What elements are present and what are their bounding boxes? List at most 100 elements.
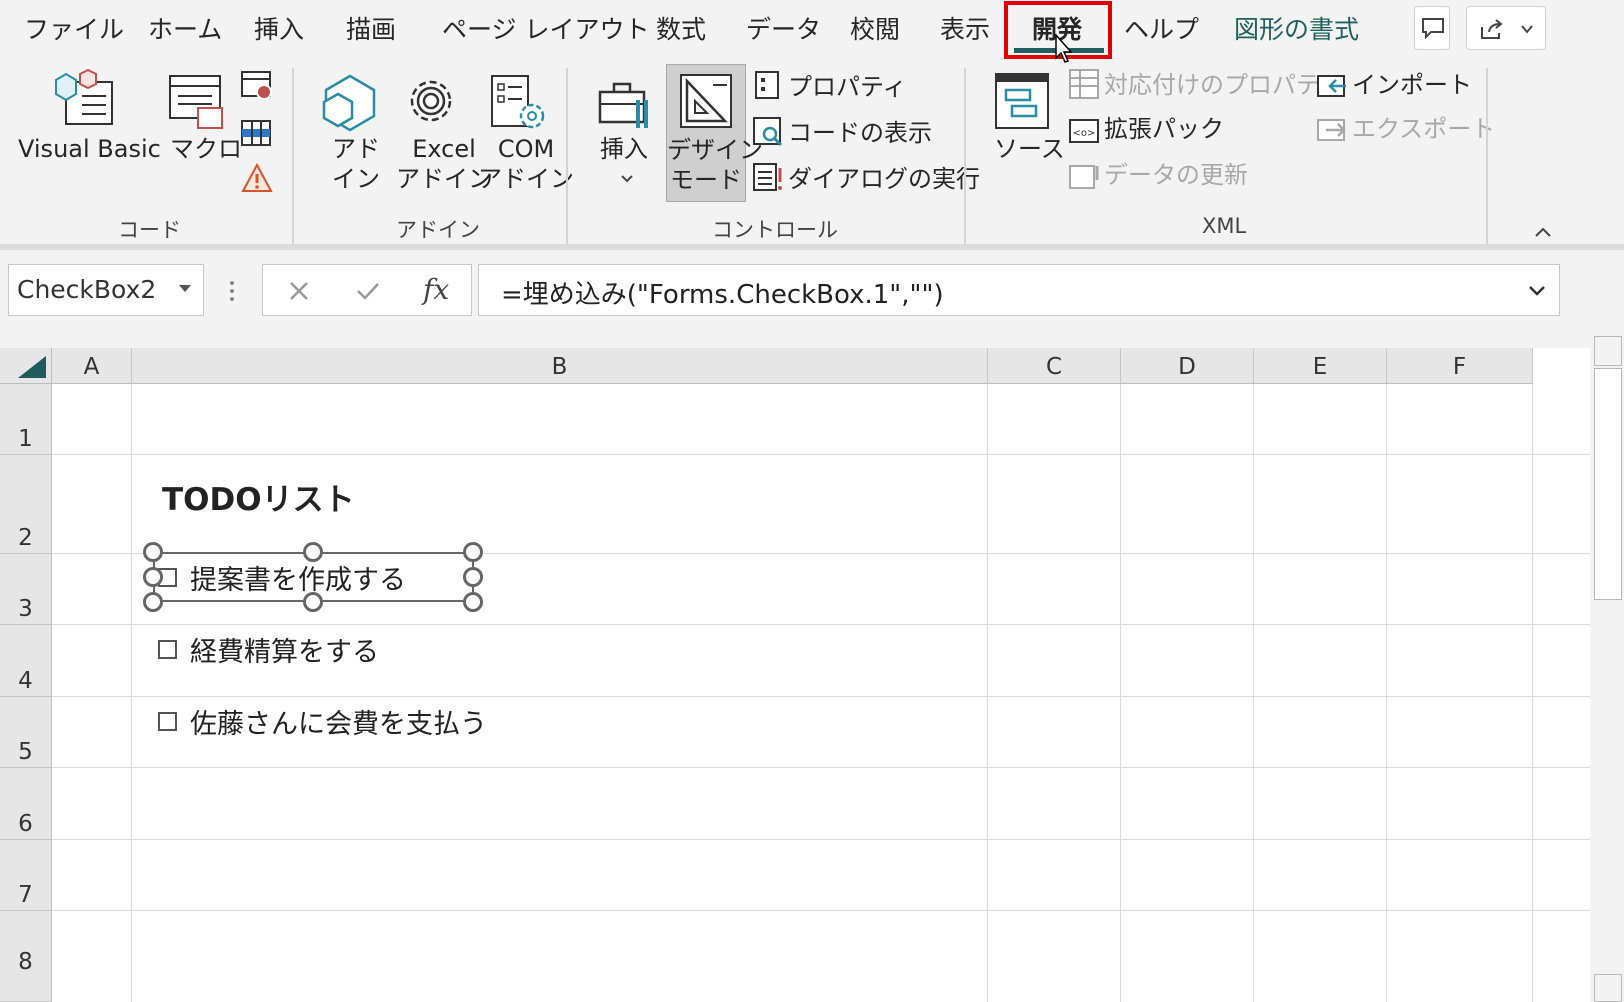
row-header-2[interactable]: 2: [0, 455, 52, 554]
resize-handle[interactable]: [463, 542, 483, 562]
visual-basic-button[interactable]: Visual Basic: [18, 134, 161, 164]
tab-draw[interactable]: 描画: [346, 6, 396, 54]
row-header-1[interactable]: 1: [0, 384, 52, 455]
gridline: [52, 454, 1590, 455]
checkbox-2[interactable]: 経費精算をする: [158, 629, 379, 669]
resize-handle[interactable]: [463, 592, 483, 612]
column-header-c[interactable]: C: [988, 348, 1121, 384]
run-dialog-button[interactable]: ダイアログの実行: [788, 164, 980, 194]
resize-handle[interactable]: [303, 542, 323, 562]
scroll-down-button[interactable]: [1594, 974, 1622, 1002]
add-ins-label-1: アド: [332, 135, 380, 163]
row-header-7[interactable]: 7: [0, 840, 52, 911]
row-number: 3: [18, 596, 33, 622]
column-header-b[interactable]: B: [132, 348, 988, 384]
import-button[interactable]: インポート: [1352, 70, 1472, 100]
scrollbar-thumb[interactable]: [1594, 368, 1622, 600]
comments-button[interactable]: [1414, 6, 1450, 50]
column-header-a[interactable]: A: [52, 348, 132, 384]
tab-file[interactable]: ファイル: [24, 6, 124, 54]
export-button[interactable]: エクスポート: [1352, 114, 1495, 144]
com-add-ins-button[interactable]: COM アドイン: [478, 134, 574, 194]
tab-insert[interactable]: 挿入: [254, 6, 304, 54]
enter-icon[interactable]: [355, 279, 381, 303]
row-header-3[interactable]: 3: [0, 554, 52, 625]
resize-handle[interactable]: [143, 567, 163, 587]
column-header-f[interactable]: F: [1387, 348, 1533, 384]
row-header-5[interactable]: 5: [0, 697, 52, 768]
cancel-icon[interactable]: [287, 279, 311, 303]
resize-handle[interactable]: [463, 567, 483, 587]
todo-title[interactable]: TODOリスト: [162, 474, 355, 519]
row-number: 6: [18, 811, 33, 837]
row-number: 5: [18, 739, 33, 765]
record-macro-icon[interactable]: [240, 70, 274, 102]
share-button[interactable]: [1466, 6, 1546, 50]
gridline: [52, 839, 1590, 840]
tab-shape-format[interactable]: 図形の書式: [1234, 6, 1359, 54]
formula-input[interactable]: =埋め込み("Forms.CheckBox.1",""): [478, 264, 1560, 316]
expansion-packs-button[interactable]: 拡張パック: [1104, 114, 1224, 144]
relative-reference-icon[interactable]: [240, 118, 274, 148]
row-header-6[interactable]: 6: [0, 768, 52, 840]
com-add-ins-icon: [491, 75, 545, 129]
tab-review[interactable]: 校閲: [850, 6, 900, 54]
group-label-controls: コントロール: [712, 218, 838, 242]
com-add-ins-label-2: アドイン: [478, 165, 574, 193]
more-options-icon[interactable]: [226, 278, 238, 304]
view-code-button[interactable]: コードの表示: [788, 118, 932, 148]
scroll-up-button[interactable]: [1594, 336, 1622, 366]
select-all-corner[interactable]: [0, 348, 52, 384]
tab-data[interactable]: データ: [746, 6, 821, 54]
design-mode-label-1: デザイン: [667, 136, 763, 164]
design-mode-button[interactable]: デザイン モード: [666, 64, 763, 202]
xml-source-button[interactable]: ソース: [994, 134, 1065, 164]
chevron-down-icon: [621, 175, 633, 183]
tab-help[interactable]: ヘルプ: [1124, 6, 1199, 54]
resize-handle[interactable]: [303, 592, 323, 612]
tab-home[interactable]: ホーム: [148, 6, 222, 54]
checkbox-square[interactable]: [158, 711, 177, 731]
resize-handle[interactable]: [143, 542, 163, 562]
group-separator: [292, 68, 294, 244]
macro-security-icon[interactable]: [240, 162, 274, 194]
vertical-scrollbar[interactable]: [1590, 336, 1624, 1002]
chevron-down-icon: [1521, 25, 1533, 34]
toolbox-icon: [598, 82, 648, 128]
refresh-data-button[interactable]: データの更新: [1104, 160, 1248, 190]
column-header-e[interactable]: E: [1254, 348, 1387, 384]
gridline: [52, 624, 1590, 625]
checkbox-label: 経費精算をする: [190, 636, 379, 668]
com-add-ins-label-1: COM: [497, 135, 555, 163]
map-properties-button[interactable]: 対応付けのプロパティ: [1104, 70, 1343, 100]
view-code-icon: [753, 117, 783, 147]
comment-icon: [1422, 18, 1444, 39]
tab-formulas[interactable]: 数式: [656, 6, 706, 54]
worksheet-grid[interactable]: A B C D E F 1 2 3 4 5 6 7 8 TODOリスト 提案書を…: [0, 348, 1590, 1002]
gear-icon: [410, 80, 452, 122]
group-separator: [1486, 68, 1488, 244]
properties-button[interactable]: プロパティ: [788, 72, 907, 102]
group-separator: [566, 68, 568, 244]
insert-control-button[interactable]: 挿入: [600, 134, 648, 164]
design-mode-icon: [680, 74, 732, 128]
map-properties-icon: [1069, 69, 1099, 99]
macro-button[interactable]: マクロ: [170, 134, 242, 164]
row-number: 4: [18, 668, 33, 694]
expand-formula-bar-icon[interactable]: [1527, 283, 1547, 299]
name-box[interactable]: CheckBox2: [8, 264, 204, 316]
checkbox-3[interactable]: 佐藤さんに会費を支払う: [158, 701, 487, 741]
column-header-d[interactable]: D: [1121, 348, 1254, 384]
design-mode-label-2: モード: [670, 166, 742, 194]
tab-view[interactable]: 表示: [940, 6, 990, 54]
group-separator: [964, 68, 966, 244]
add-ins-button[interactable]: アド イン: [332, 134, 380, 194]
name-box-dropdown-icon[interactable]: [177, 283, 193, 295]
resize-handle[interactable]: [143, 592, 163, 612]
insert-function-button[interactable]: fx: [423, 273, 449, 306]
checkbox-square[interactable]: [158, 639, 177, 659]
row-header-4[interactable]: 4: [0, 625, 52, 697]
row-header-8[interactable]: 8: [0, 911, 52, 1002]
collapse-ribbon-icon[interactable]: [1532, 224, 1554, 240]
tab-page-layout[interactable]: ページ レイアウト: [442, 6, 649, 54]
